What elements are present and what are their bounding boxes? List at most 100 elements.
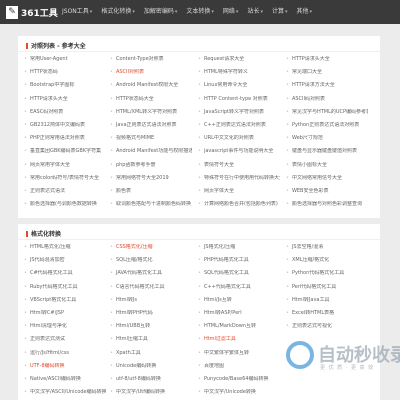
tool-link[interactable]: • C语言代码格式化工具 — [110, 284, 192, 290]
site-logo[interactable]: ✎ 361工具 — [6, 4, 58, 20]
tool-link[interactable]: • 正则表达式可视化 — [286, 323, 368, 329]
tool-link[interactable]: • PHP代码格式化工具 — [198, 257, 280, 263]
tool-link[interactable]: •Android Manifest功能与权限描述大全 — [110, 148, 192, 154]
tool-link[interactable]: • Html压缩工具 — [110, 336, 192, 342]
tool-link[interactable]: • HTML/MarkDown互转 — [198, 323, 280, 329]
tool-link[interactable]: • 网页常用字体大全 — [24, 162, 106, 168]
tool-link[interactable]: • 正则表达式测试 — [24, 336, 106, 342]
tool-link[interactable]: • Perl代码格式化工具 — [286, 284, 368, 290]
tool-link[interactable]: • Html/UBB互转 — [110, 323, 192, 329]
nav-item[interactable]: 网络▾ — [223, 0, 239, 24]
tool-link[interactable]: • 常用User-Agent — [24, 56, 106, 62]
tool-link[interactable]: • 正则表达式语法 — [24, 188, 106, 194]
tool-link[interactable]: • 颜色选择器(与调颜色数据转换 — [24, 201, 106, 207]
tool-link[interactable]: • ASCII码对照表 — [286, 96, 368, 102]
tool-link[interactable]: • Html转PHP代码 — [110, 310, 192, 316]
tool-link[interactable]: • UTF-8编码转换 — [24, 363, 106, 369]
tool-link[interactable]: • 常用网络符号大全2019 — [110, 175, 192, 181]
tool-link[interactable]: • C++代码格式化工具 — [198, 284, 280, 290]
tool-link[interactable]: • Html转Js — [110, 297, 192, 303]
tool-link[interactable]: • 网页字体大全 — [198, 188, 280, 194]
tool-link[interactable]: • JS格式化/压缩 — [198, 244, 280, 250]
tool-link[interactable]: • HTTP状态码大全 — [110, 96, 192, 102]
tool-link[interactable]: • HTML特殊字符转义 — [198, 69, 280, 75]
tool-link[interactable]: • Html转Java工具 — [286, 297, 368, 303]
nav-item[interactable]: 加解密编码▾ — [144, 0, 178, 24]
tool-link[interactable]: • Native/ASCII编码转换 — [24, 376, 106, 382]
tool-link[interactable]: • GB2312简体中文编码表 — [24, 122, 106, 128]
tool-link[interactable]: • Html/Js互转 — [198, 297, 280, 303]
tool-link[interactable]: • 垂直集团GBK编码表GBK字符集 — [24, 148, 106, 154]
tool-link[interactable]: • URL中文文化的对照表 — [198, 135, 280, 141]
nav-item[interactable]: 文本转换▾ — [186, 0, 214, 24]
tool-link[interactable]: • 视频格式与MIME — [110, 135, 192, 141]
tool-link[interactable]: • 中文汉字/ASCII/Unicode编码转换 — [24, 389, 106, 395]
tool-link[interactable]: • utf-8/utf-8编码转换 — [110, 376, 192, 382]
tool-link[interactable]: • Python代码格式化工具 — [286, 270, 368, 276]
tool-link[interactable]: • HTTP请求头大全 — [24, 96, 106, 102]
tool-link[interactable]: • Excel转HTML表格 — [286, 310, 368, 316]
nav-item[interactable]: 格式化转换▾ — [101, 0, 135, 24]
tool-link[interactable]: • 中文繁体字繁体互转 — [198, 350, 280, 356]
tool-link[interactable]: • 常用color码符号/表情符号大全 — [24, 175, 106, 181]
tool-link[interactable]: • Ruby代码格式化工具 — [24, 284, 106, 290]
tool-link[interactable]: • Request请求大全 — [198, 56, 280, 62]
tool-link[interactable]: • C#代码格式化工具 — [24, 270, 106, 276]
tool-link[interactable]: • php函数参考手册 — [110, 162, 192, 168]
tool-link[interactable]: • JAVA代码格式化工具 — [110, 270, 192, 276]
tool-link[interactable]: • Java正则表达式语法对照表 — [110, 122, 192, 128]
tool-link[interactable]: • Html转C#/JSP — [24, 310, 106, 316]
tool-link[interactable]: • Unicode编码转换 — [110, 363, 192, 369]
nav-item[interactable]: 其他▾ — [297, 0, 313, 24]
tool-link[interactable]: • 颜色表 — [110, 188, 192, 194]
tool-link[interactable]: • 中文汉字/Unicode转换 — [198, 389, 280, 395]
tool-link[interactable]: • 取词颜色搭配与十进制颜色码转换 — [110, 201, 192, 207]
nav-item[interactable]: 站长▾ — [247, 0, 263, 24]
tool-link[interactable]: • 表情符号大全 — [198, 162, 280, 168]
tool-link[interactable]: • SQL代码格式化工具 — [198, 270, 280, 276]
nav-item[interactable]: JSON工具▾ — [62, 0, 92, 24]
tool-link[interactable]: • 计算网络颜色合并(包括颜色列表) — [198, 201, 280, 207]
tool-link[interactable]: • WEB安全色彩表 — [286, 188, 368, 194]
tool-link[interactable]: • Xpath工具 — [110, 350, 192, 356]
tool-link[interactable]: • 表情小图标大全 — [286, 162, 368, 168]
tool-link[interactable]: • Bootstrap中字图标 — [24, 82, 106, 88]
tool-link[interactable]: • Punycode/Base64编码转换 — [198, 376, 280, 382]
tool-link[interactable]: • VBScript格式化工具 — [24, 297, 106, 303]
tool-link[interactable]: • Python正则表达式语法对照表 — [286, 122, 368, 128]
tool-link[interactable]: • JavaScript转义字符对照表 — [198, 109, 280, 115]
tool-link[interactable]: • HTTP请求头大全 — [286, 56, 368, 62]
tool-link[interactable]: • EASC码对照表 — [24, 109, 106, 115]
tool-link[interactable]: • 常见端口大全 — [286, 69, 368, 75]
nav-item[interactable]: 计算▾ — [272, 0, 288, 24]
tool-link[interactable]: • 常见汉字与HTML的UCP编码参考表 — [286, 109, 368, 115]
tool-link[interactable]: • JS代码混淆加密 — [24, 257, 106, 263]
tool-link[interactable]: • javascript事件与功能说明大全 — [198, 148, 280, 154]
tool-link[interactable]: • 特殊符号在行中使用用代码转换大全 — [198, 175, 280, 181]
tool-link[interactable]: • HTML/XML转义字符对照表 — [110, 109, 192, 115]
tool-link[interactable]: • HTML格式化/压缩 — [24, 244, 106, 250]
tool-link[interactable]: • 颜色选择器与对照色彩调整查询 — [286, 201, 368, 207]
tool-link[interactable]: • Content-Type对照表 — [110, 56, 192, 62]
tool-link[interactable]: • Html过滤工具 — [198, 336, 280, 342]
tool-link[interactable]: • HTTP请求方法大全 — [286, 82, 368, 88]
tool-link[interactable]: • PHP正则常用语法对照表 — [24, 135, 106, 141]
tool-link[interactable]: • Html清理与净化 — [24, 323, 106, 329]
tool-link[interactable]: • Html转ASP/Perl — [198, 310, 280, 316]
tool-link[interactable]: • HTTP Content-type 对照表 — [198, 96, 280, 102]
tool-link[interactable]: • 百度地图 — [198, 363, 280, 369]
tool-link[interactable]: • XML压缩/格式化 — [286, 257, 368, 263]
tool-link[interactable]: • 中文网络常用信号大全 — [286, 175, 368, 181]
tool-link[interactable]: • Web尺寸规范 — [286, 135, 368, 141]
tool-link[interactable]: • 运行/Js/Html/css — [24, 350, 106, 356]
tool-link[interactable]: • SQL压缩/格式化 — [110, 257, 192, 263]
tool-link[interactable]: • CSS格式化/压缩 — [110, 244, 192, 250]
tool-link[interactable]: • JS去空格/混淆 — [286, 244, 368, 250]
tool-link[interactable]: • ASCII对照表 — [110, 69, 192, 75]
tool-link[interactable]: • 键盘与显示器键盘键值对照表 — [286, 148, 368, 154]
tool-link[interactable]: • Linux常用命令大全 — [198, 82, 280, 88]
tool-link[interactable]: • C++正则表达式语法对照表 — [198, 122, 280, 128]
tool-link[interactable]: • Android Manifest权限大全 — [110, 82, 192, 88]
tool-link[interactable]: • 中文汉字/Utf编码转换 — [110, 389, 192, 395]
tool-link[interactable]: • HTTP状态码 — [24, 69, 106, 75]
